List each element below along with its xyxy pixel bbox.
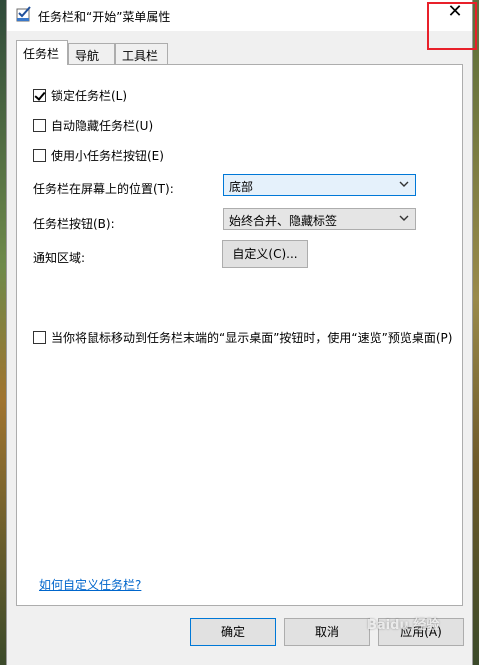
checkbox-checked-icon — [33, 88, 46, 102]
lock-taskbar-label: 锁定任务栏(L) — [51, 88, 128, 103]
ok-button[interactable]: 确定 — [190, 618, 276, 646]
lock-taskbar-checkbox[interactable]: 锁定任务栏(L) — [33, 86, 127, 104]
taskbar-position-select[interactable]: 底部 — [223, 174, 416, 196]
checkbox-unchecked-icon — [33, 118, 46, 132]
checkbox-unchecked-icon — [33, 148, 46, 162]
cancel-button[interactable]: 取消 — [284, 618, 370, 646]
title-bar: 任务栏和“开始”菜单属性 ✕ — [7, 0, 472, 31]
apply-button[interactable]: 应用(A) — [378, 618, 464, 646]
small-buttons-label: 使用小任务栏按钮(E) — [51, 148, 164, 163]
chevron-down-icon — [399, 181, 409, 187]
help-link[interactable]: 如何自定义任务栏? — [39, 576, 141, 593]
taskbar-tab-panel: 锁定任务栏(L) 自动隐藏任务栏(U) 使用小任务栏按钮(E) 任务栏在屏幕上的… — [16, 64, 463, 606]
taskbar-position-value: 底部 — [229, 180, 254, 194]
customize-button[interactable]: 自定义(C)... — [222, 240, 308, 268]
taskbar-buttons-label: 任务栏按钮(B): — [33, 217, 115, 231]
peek-checkbox[interactable]: 当你将鼠标移动到任务栏末端的“显示桌面”按钮时，使用“速览”预览桌面(P) — [33, 328, 452, 346]
tab-taskbar[interactable]: 任务栏 — [16, 40, 68, 65]
chevron-down-icon — [399, 215, 409, 221]
taskbar-buttons-value: 始终合并、隐藏标签 — [229, 214, 338, 228]
tab-navigation[interactable]: 导航 — [68, 43, 115, 64]
checkbox-unchecked-icon — [33, 330, 46, 344]
auto-hide-label: 自动隐藏任务栏(U) — [51, 118, 154, 133]
taskbar-settings-icon — [16, 6, 31, 22]
taskbar-buttons-select[interactable]: 始终合并、隐藏标签 — [223, 208, 416, 230]
small-buttons-checkbox[interactable]: 使用小任务栏按钮(E) — [33, 146, 164, 164]
notification-area-label: 通知区域: — [33, 251, 86, 265]
auto-hide-checkbox[interactable]: 自动隐藏任务栏(U) — [33, 116, 153, 134]
position-label: 任务栏在屏幕上的位置(T): — [33, 182, 174, 196]
red-highlight-box — [427, 2, 477, 50]
taskbar-properties-dialog: 任务栏和“开始”菜单属性 ✕ 任务栏 导航 工具栏 锁定任务栏(L) 自动隐藏任… — [6, 0, 477, 665]
desktop-background-right — [473, 0, 479, 665]
tab-toolbars[interactable]: 工具栏 — [115, 43, 168, 64]
peek-label: 当你将鼠标移动到任务栏末端的“显示桌面”按钮时，使用“速览”预览桌面(P) — [51, 330, 453, 345]
window-title: 任务栏和“开始”菜单属性 — [38, 10, 171, 24]
